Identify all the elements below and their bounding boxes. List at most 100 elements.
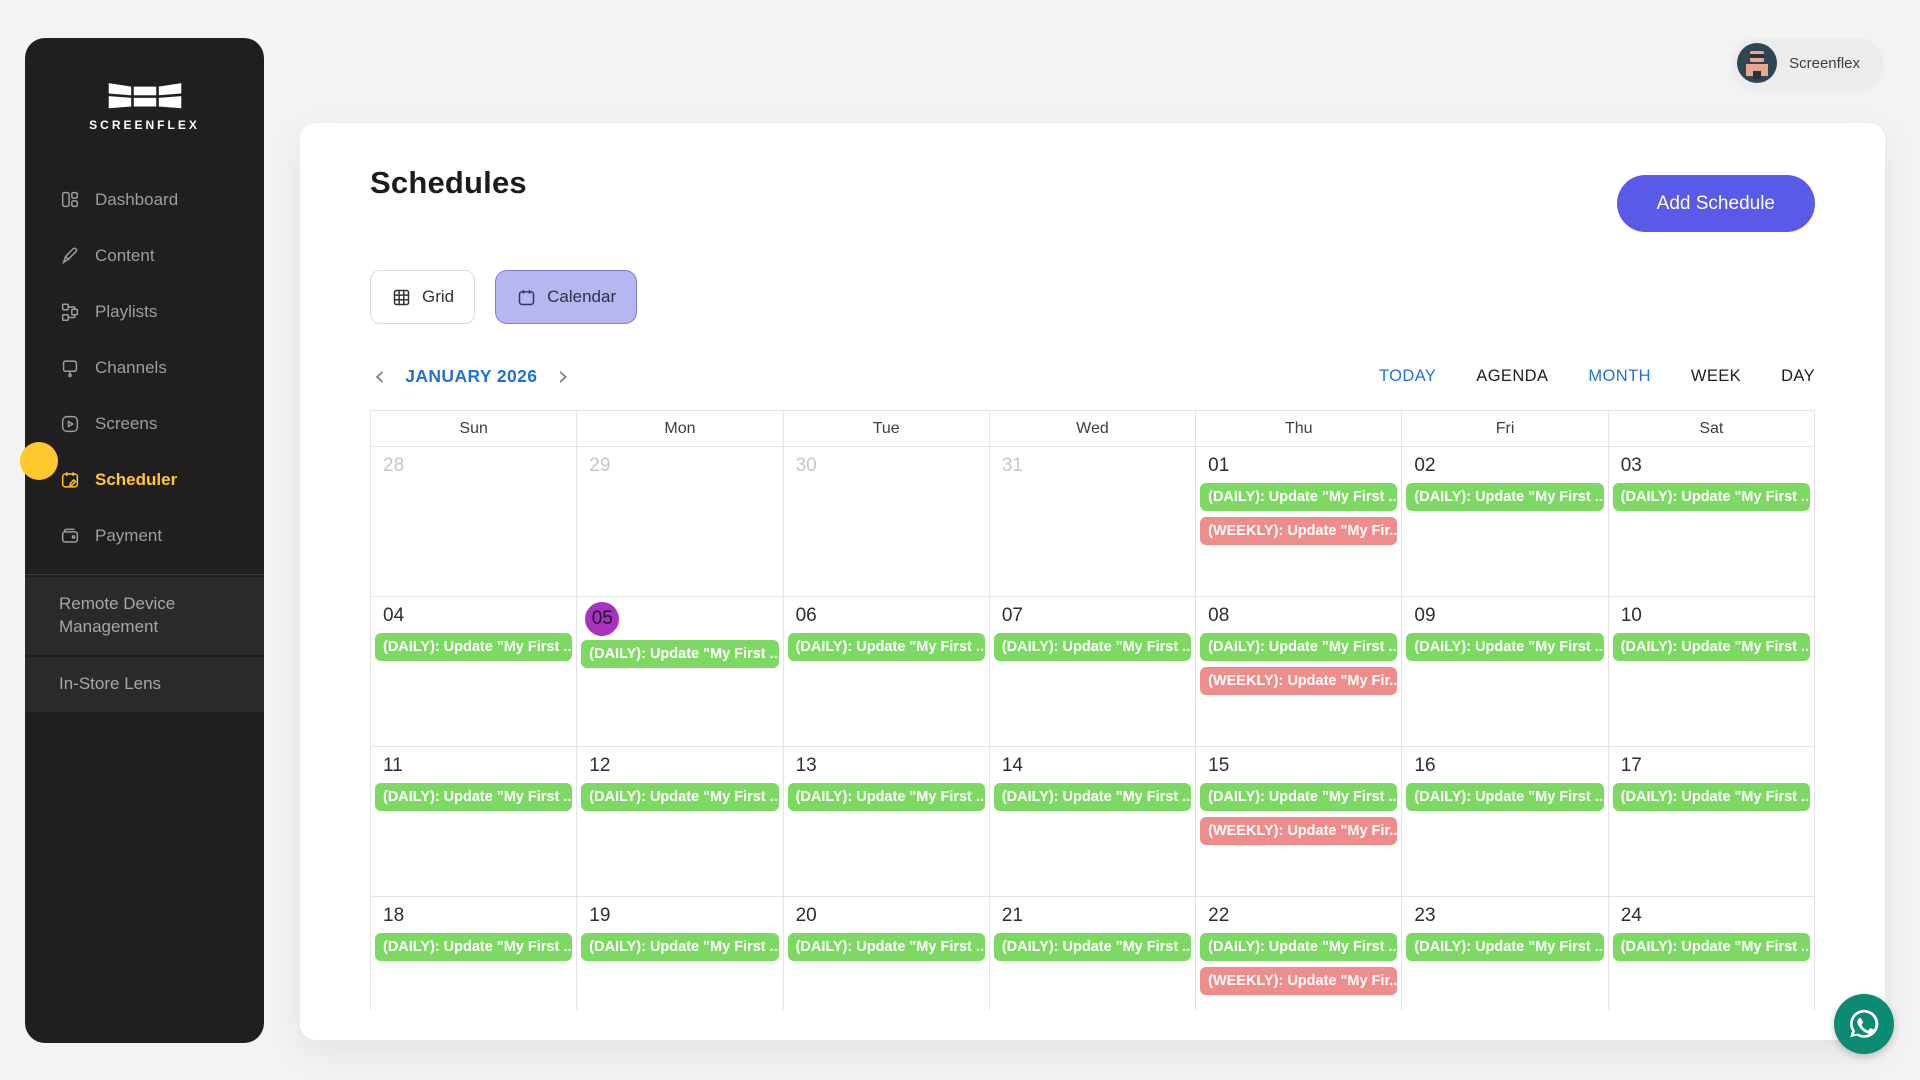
schedule-event-daily[interactable]: (DAILY): Update "My First ... bbox=[581, 933, 778, 961]
calendar-day-cell[interactable]: 14(DAILY): Update "My First ... bbox=[990, 747, 1196, 897]
sidebar-item-screens[interactable]: Screens bbox=[25, 396, 264, 452]
calendar-day-cell[interactable]: 21(DAILY): Update "My First ... bbox=[990, 897, 1196, 1010]
whatsapp-button[interactable] bbox=[1834, 994, 1894, 1054]
schedule-event-daily[interactable]: (DAILY): Update "My First ... bbox=[1406, 783, 1603, 811]
schedule-event-daily[interactable]: (DAILY): Update "My First ... bbox=[375, 783, 572, 811]
schedule-event-daily[interactable]: (DAILY): Update "My First ... bbox=[1406, 633, 1603, 661]
chevron-right-icon[interactable]: › bbox=[553, 362, 572, 390]
view-button-week[interactable]: WEEK bbox=[1691, 367, 1741, 386]
sidebar-item-dashboard[interactable]: Dashboard bbox=[25, 172, 264, 228]
calendar-day-cell[interactable]: 24(DAILY): Update "My First ... bbox=[1609, 897, 1814, 1010]
channels-icon bbox=[59, 357, 81, 379]
schedule-event-daily[interactable]: (DAILY): Update "My First ... bbox=[581, 640, 778, 668]
calendar-day-cell[interactable]: 01(DAILY): Update "My First ...(WEEKLY):… bbox=[1196, 447, 1402, 597]
day-number: 11 bbox=[371, 747, 576, 783]
schedule-event-daily[interactable]: (DAILY): Update "My First ... bbox=[1613, 633, 1810, 661]
calendar-day-cell[interactable]: 08(DAILY): Update "My First ...(WEEKLY):… bbox=[1196, 597, 1402, 747]
calendar-day-cell[interactable]: 04(DAILY): Update "My First ... bbox=[371, 597, 577, 747]
calendar-day-cell[interactable]: 05 (DAILY): Update "My First ... bbox=[577, 597, 783, 747]
page-title: Schedules bbox=[370, 161, 527, 201]
calendar-day-cell[interactable]: 23(DAILY): Update "My First ... bbox=[1402, 897, 1608, 1010]
add-schedule-button[interactable]: Add Schedule bbox=[1617, 175, 1815, 232]
day-of-week-header: Thu bbox=[1196, 411, 1402, 447]
calendar-day-cell[interactable]: 30 bbox=[784, 447, 990, 597]
sidebar-item-in-store-lens[interactable]: In-Store Lens bbox=[25, 657, 264, 712]
view-button-day[interactable]: DAY bbox=[1781, 367, 1815, 386]
schedule-event-daily[interactable]: (DAILY): Update "My First ... bbox=[375, 633, 572, 661]
day-number: 02 bbox=[1402, 447, 1607, 483]
view-button-month[interactable]: MONTH bbox=[1588, 367, 1651, 386]
sidebar-item-content[interactable]: Content bbox=[25, 228, 264, 284]
schedule-event-weekly[interactable]: (WEEKLY): Update "My Fir... bbox=[1200, 817, 1397, 845]
grid-view-button[interactable]: Grid bbox=[370, 270, 475, 324]
schedule-event-daily[interactable]: (DAILY): Update "My First ... bbox=[1200, 633, 1397, 661]
calendar-week-row: 11(DAILY): Update "My First ...12(DAILY)… bbox=[371, 747, 1814, 897]
day-number: 10 bbox=[1609, 597, 1814, 633]
calendar-icon bbox=[516, 287, 537, 308]
calendar-day-cell[interactable]: 07(DAILY): Update "My First ... bbox=[990, 597, 1196, 747]
calendar-day-cell[interactable]: 20(DAILY): Update "My First ... bbox=[784, 897, 990, 1010]
schedule-event-daily[interactable]: (DAILY): Update "My First ... bbox=[788, 633, 985, 661]
sidebar-item-payment[interactable]: Payment bbox=[25, 508, 264, 564]
schedule-event-weekly[interactable]: (WEEKLY): Update "My Fir... bbox=[1200, 667, 1397, 695]
calendar-day-cell[interactable]: 16(DAILY): Update "My First ... bbox=[1402, 747, 1608, 897]
today-indicator: 05 bbox=[585, 602, 619, 636]
schedule-event-daily[interactable]: (DAILY): Update "My First ... bbox=[788, 783, 985, 811]
calendar-day-cell[interactable]: 11(DAILY): Update "My First ... bbox=[371, 747, 577, 897]
calendar-day-cell[interactable]: 15(DAILY): Update "My First ...(WEEKLY):… bbox=[1196, 747, 1402, 897]
day-number: 28 bbox=[371, 447, 576, 483]
schedule-event-daily[interactable]: (DAILY): Update "My First ... bbox=[1613, 483, 1810, 511]
sidebar-item-channels[interactable]: Channels bbox=[25, 340, 264, 396]
day-number: 23 bbox=[1402, 897, 1607, 933]
view-button-today[interactable]: TODAY bbox=[1379, 367, 1436, 386]
schedule-event-daily[interactable]: (DAILY): Update "My First ... bbox=[1200, 933, 1397, 961]
schedule-event-daily[interactable]: (DAILY): Update "My First ... bbox=[994, 633, 1191, 661]
schedule-event-daily[interactable]: (DAILY): Update "My First ... bbox=[1200, 483, 1397, 511]
schedule-event-daily[interactable]: (DAILY): Update "My First ... bbox=[375, 933, 572, 961]
day-number: 29 bbox=[577, 447, 782, 483]
schedule-event-daily[interactable]: (DAILY): Update "My First ... bbox=[581, 783, 778, 811]
content-icon bbox=[59, 245, 81, 267]
schedule-event-daily[interactable]: (DAILY): Update "My First ... bbox=[1406, 933, 1603, 961]
calendar-day-cell[interactable]: 17(DAILY): Update "My First ... bbox=[1609, 747, 1814, 897]
schedule-event-daily[interactable]: (DAILY): Update "My First ... bbox=[994, 933, 1191, 961]
calendar-day-cell[interactable]: 28 bbox=[371, 447, 577, 597]
sidebar-item-label: Scheduler bbox=[95, 470, 177, 490]
schedule-event-weekly[interactable]: (WEEKLY): Update "My Fir... bbox=[1200, 517, 1397, 545]
schedule-event-daily[interactable]: (DAILY): Update "My First ... bbox=[788, 933, 985, 961]
schedule-event-daily[interactable]: (DAILY): Update "My First ... bbox=[1200, 783, 1397, 811]
schedule-event-weekly[interactable]: (WEEKLY): Update "My Fir... bbox=[1200, 967, 1397, 995]
calendar-day-cell[interactable]: 18(DAILY): Update "My First ... bbox=[371, 897, 577, 1010]
calendar-day-cell[interactable]: 29 bbox=[577, 447, 783, 597]
sidebar-item-scheduler[interactable]: Scheduler bbox=[25, 452, 264, 508]
calendar-view-button[interactable]: Calendar bbox=[495, 270, 637, 324]
sidebar-item-remote-device-management[interactable]: Remote Device Management bbox=[25, 577, 264, 655]
schedule-event-daily[interactable]: (DAILY): Update "My First ... bbox=[1406, 483, 1603, 511]
calendar-day-cell[interactable]: 13(DAILY): Update "My First ... bbox=[784, 747, 990, 897]
day-number: 12 bbox=[577, 747, 782, 783]
calendar-toolbar: ‹ JANUARY 2026 › TODAY AGENDA MONTH WEEK DAY bbox=[370, 356, 1815, 396]
sidebar-item-playlists[interactable]: Playlists bbox=[25, 284, 264, 340]
sidebar-item-label: Channels bbox=[95, 358, 167, 378]
calendar-day-cell[interactable]: 02(DAILY): Update "My First ... bbox=[1402, 447, 1608, 597]
month-label[interactable]: JANUARY 2026 bbox=[405, 366, 537, 387]
view-button-agenda[interactable]: AGENDA bbox=[1476, 367, 1548, 386]
calendar-day-cell[interactable]: 10(DAILY): Update "My First ... bbox=[1609, 597, 1814, 747]
grid-view-label: Grid bbox=[422, 287, 454, 307]
user-name-label: Screenflex bbox=[1789, 55, 1860, 72]
day-of-week-header: Wed bbox=[990, 411, 1196, 447]
schedule-event-daily[interactable]: (DAILY): Update "My First ... bbox=[1613, 933, 1810, 961]
payment-icon bbox=[59, 525, 81, 547]
calendar-day-cell[interactable]: 12(DAILY): Update "My First ... bbox=[577, 747, 783, 897]
user-account-chip[interactable]: Screenflex bbox=[1732, 38, 1882, 88]
calendar-day-cell[interactable]: 03(DAILY): Update "My First ... bbox=[1609, 447, 1814, 597]
calendar-day-cell[interactable]: 09(DAILY): Update "My First ... bbox=[1402, 597, 1608, 747]
chevron-left-icon[interactable]: ‹ bbox=[370, 362, 389, 390]
schedule-event-daily[interactable]: (DAILY): Update "My First ... bbox=[994, 783, 1191, 811]
calendar-day-headers: SunMonTueWedThuFriSat bbox=[371, 411, 1814, 447]
schedule-event-daily[interactable]: (DAILY): Update "My First ... bbox=[1613, 783, 1810, 811]
calendar-day-cell[interactable]: 19(DAILY): Update "My First ... bbox=[577, 897, 783, 1010]
calendar-day-cell[interactable]: 22(DAILY): Update "My First ...(WEEKLY):… bbox=[1196, 897, 1402, 1010]
calendar-day-cell[interactable]: 31 bbox=[990, 447, 1196, 597]
calendar-day-cell[interactable]: 06(DAILY): Update "My First ... bbox=[784, 597, 990, 747]
